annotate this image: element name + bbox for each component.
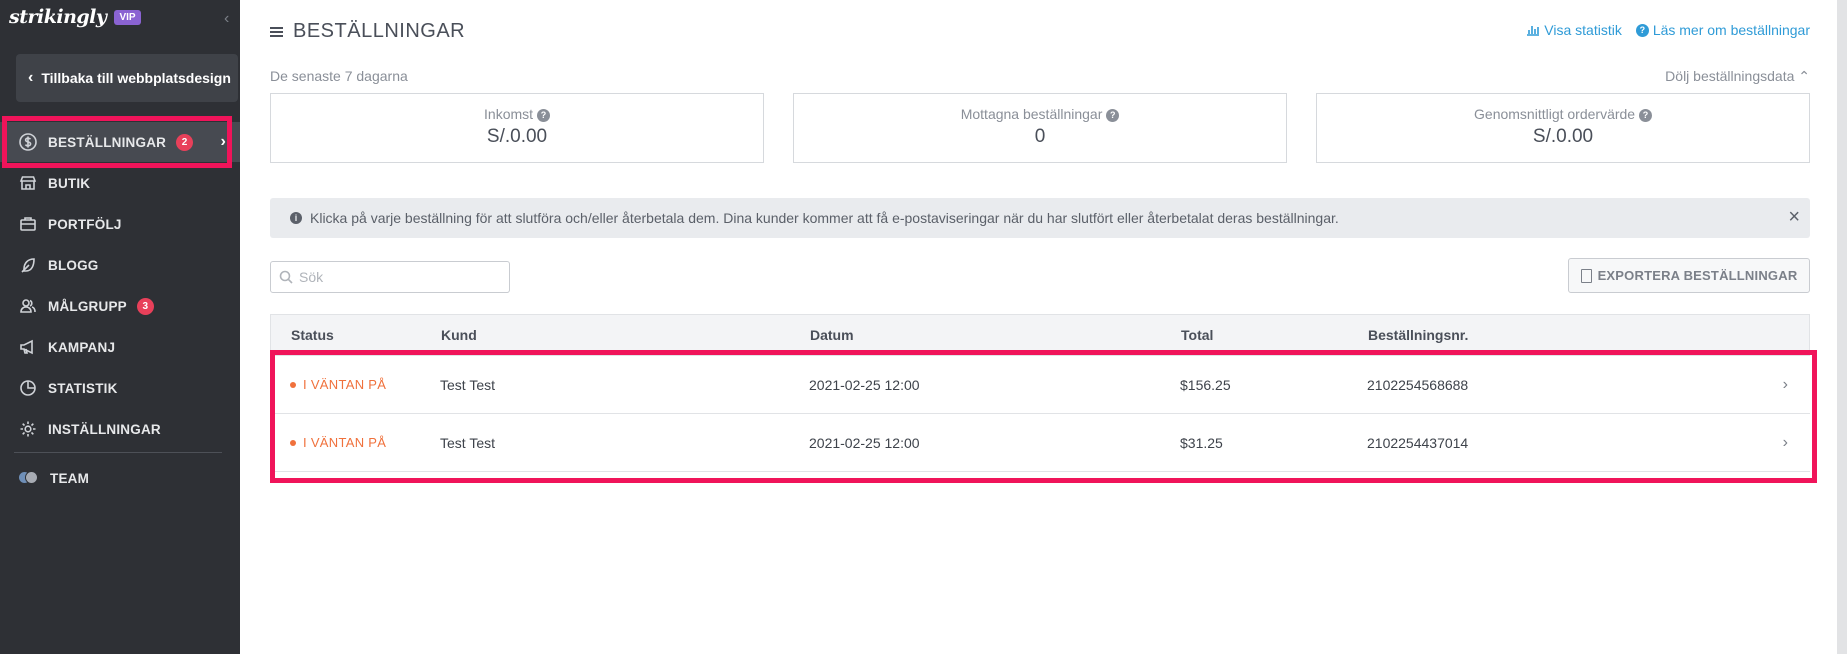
header-links: Visa statistik ? Läs mer om beställninga… <box>1526 22 1810 38</box>
window-edge <box>1837 0 1847 654</box>
sidebar-item-statistics[interactable]: STATISTIK <box>0 368 240 408</box>
help-icon[interactable]: ? <box>536 108 550 122</box>
back-button-label: Tillbaka till webbplatsdesign <box>41 70 231 86</box>
export-orders-label: EXPORTERA BESTÄLLNINGAR <box>1597 268 1798 283</box>
sidebar-item-label: KAMPANJ <box>48 339 116 355</box>
sidebar: strikingly VIP ‹ ‹ Tillbaka till webbpla… <box>0 0 240 654</box>
stat-value: S/.0.00 <box>1532 126 1594 147</box>
highlight-frame-order-rows <box>270 350 1817 483</box>
sidebar-item-audience[interactable]: MÅLGRUPP 3 <box>0 286 240 326</box>
column-header-customer[interactable]: Kund <box>441 327 810 343</box>
chevron-left-icon: ‹ <box>28 69 34 86</box>
export-orders-button[interactable]: EXPORTERA BESTÄLLNINGAR <box>1568 258 1810 293</box>
sidebar-divider <box>14 452 222 453</box>
stat-card-income: Inkomst ? S/.0.00 <box>270 93 764 163</box>
sidebar-item-label: BUTIK <box>48 175 91 191</box>
search-box <box>270 261 510 293</box>
audience-count-badge: 3 <box>136 297 154 315</box>
close-icon[interactable]: × <box>1788 206 1800 229</box>
sidebar-item-label: TEAM <box>50 470 90 486</box>
page-title: BESTÄLLNINGAR <box>270 20 465 43</box>
stat-value: 0 <box>1034 126 1046 147</box>
stat-card-average-order-value: Genomsnittligt ordervärde ? S/.0.00 <box>1316 93 1810 163</box>
page-title-text: BESTÄLLNINGAR <box>293 20 466 42</box>
stat-label: Inkomst <box>484 106 534 122</box>
help-icon: ? <box>1635 23 1649 37</box>
vip-badge: VIP <box>114 9 141 25</box>
main-content: BESTÄLLNINGAR Visa statistik ? Läs mer o… <box>240 0 1847 654</box>
bar-chart-icon <box>1527 26 1540 36</box>
sidebar-item-team[interactable]: TEAM <box>0 458 240 498</box>
notice-text: Klicka på varje beställning för att slut… <box>310 210 1339 226</box>
sidebar-item-store[interactable]: BUTIK <box>0 163 240 203</box>
store-icon <box>19 176 37 190</box>
column-header-status[interactable]: Status <box>271 327 441 343</box>
sidebar-item-campaign[interactable]: KAMPANJ <box>0 327 240 367</box>
search-input[interactable] <box>299 269 499 285</box>
sidebar-item-label: PORTFÖLJ <box>48 216 122 232</box>
column-header-total[interactable]: Total <box>1181 327 1368 343</box>
hide-order-data-label: Dölj beställningsdata <box>1665 68 1795 84</box>
info-icon: i <box>290 212 302 224</box>
brand-name: strikingly <box>9 6 107 28</box>
search-icon <box>279 270 293 284</box>
sidebar-item-label: INSTÄLLNINGAR <box>48 421 161 437</box>
sidebar-item-blog[interactable]: BLOGG <box>0 245 240 285</box>
learn-more-label: Läs mer om beställningar <box>1652 22 1810 38</box>
feather-icon <box>21 258 35 273</box>
users-icon <box>20 299 36 313</box>
chevron-up-icon: ⌃ <box>1798 68 1810 84</box>
date-range-label: De senaste 7 dagarna <box>270 68 408 84</box>
column-header-order-number[interactable]: Beställningsnr. <box>1368 327 1768 343</box>
back-to-site-design-button[interactable]: ‹ Tillbaka till webbplatsdesign <box>16 54 238 102</box>
stat-label: Genomsnittligt ordervärde <box>1474 106 1636 122</box>
stats-row: Inkomst ? S/.0.00 Mottagna beställningar… <box>270 93 1810 163</box>
document-icon <box>1580 268 1592 283</box>
sidebar-item-label: STATISTIK <box>48 380 118 396</box>
pie-chart-icon <box>20 380 36 396</box>
briefcase-icon <box>20 217 36 231</box>
team-avatars-icon <box>18 469 40 487</box>
info-notice: i Klicka på varje beställning för att sl… <box>270 198 1810 238</box>
view-statistics-label: Visa statistik <box>1544 22 1622 38</box>
brand-logo[interactable]: strikingly VIP <box>9 6 141 28</box>
view-statistics-link[interactable]: Visa statistik <box>1526 22 1622 38</box>
sidebar-item-label: BLOGG <box>48 257 99 273</box>
gear-icon <box>20 421 36 437</box>
hide-order-data-toggle[interactable]: Dölj beställningsdata ⌃ <box>1665 68 1810 85</box>
sidebar-item-portfolio[interactable]: PORTFÖLJ <box>0 204 240 244</box>
collapse-sidebar-icon[interactable]: ‹ <box>224 10 229 28</box>
column-header-date[interactable]: Datum <box>810 327 1181 343</box>
highlight-frame-orders <box>2 116 232 168</box>
stat-card-orders-received: Mottagna beställningar ? 0 <box>793 93 1287 163</box>
stat-label: Mottagna beställningar <box>960 106 1103 122</box>
help-icon[interactable]: ? <box>1106 108 1120 122</box>
sidebar-item-label: MÅLGRUPP <box>48 298 127 314</box>
sidebar-item-settings[interactable]: INSTÄLLNINGAR <box>0 409 240 449</box>
megaphone-icon <box>20 339 33 355</box>
date-range-dropdown[interactable]: De senaste 7 dagarna <box>270 68 408 84</box>
stat-value: S/.0.00 <box>486 126 548 147</box>
help-icon[interactable]: ? <box>1638 108 1652 122</box>
list-icon <box>270 26 283 37</box>
learn-more-orders-link[interactable]: ? Läs mer om beställningar <box>1635 22 1810 38</box>
